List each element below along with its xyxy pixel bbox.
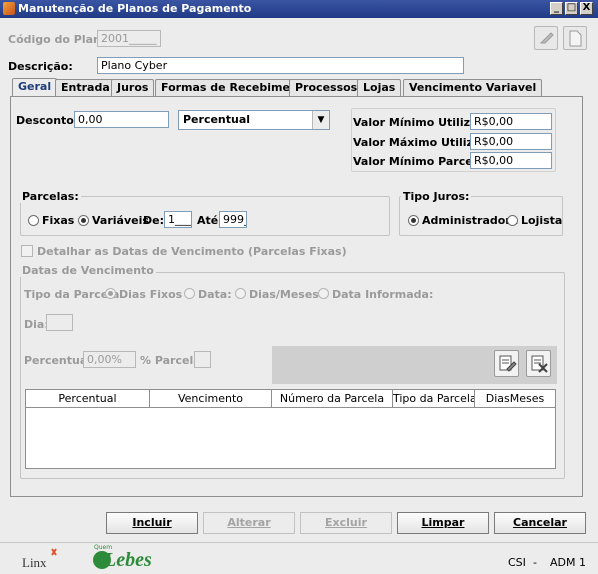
tipo-desconto-select[interactable]: Percentual ▼ xyxy=(178,110,330,130)
lojista-label: Lojista xyxy=(521,214,563,227)
minimize-button[interactable]: _ xyxy=(550,2,563,15)
radio-data-informada[interactable] xyxy=(318,288,329,299)
dias-meses-label: Dias/Meses xyxy=(249,288,319,301)
tab-juros[interactable]: Juros xyxy=(111,79,155,96)
radio-dias-meses[interactable] xyxy=(235,288,246,299)
desconto-label: Desconto: xyxy=(16,114,79,127)
limpar-button[interactable]: Limpar xyxy=(397,512,489,534)
incluir-button[interactable]: Incluir xyxy=(106,512,198,534)
data-informada-label: Data Informada: xyxy=(332,288,434,301)
col-tipo-parcela[interactable]: Tipo da Parcela xyxy=(393,390,475,408)
edit-list-icon xyxy=(499,355,517,372)
tipo-juros-title: Tipo Juros: xyxy=(401,190,472,203)
lebes-text: Lebes xyxy=(104,549,152,571)
wrench-icon xyxy=(539,32,554,44)
fixas-label: Fixas xyxy=(42,214,75,227)
tab-entrada[interactable]: Entrada xyxy=(55,79,116,96)
codigo-plano-field[interactable]: 2001_____ xyxy=(97,30,161,47)
maximize-button[interactable]: □ xyxy=(565,2,578,15)
alterar-button[interactable]: Alterar xyxy=(203,512,295,534)
dia-field[interactable] xyxy=(46,314,73,331)
tab-lojas[interactable]: Lojas xyxy=(357,79,402,96)
linx-text: Linx xyxy=(22,555,47,570)
app-icon xyxy=(3,2,15,15)
descricao-label: Descrição: xyxy=(8,60,73,73)
tab-geral[interactable]: Geral xyxy=(12,78,58,97)
radio-lojista[interactable] xyxy=(507,215,518,226)
status-csi: CSI xyxy=(508,556,526,569)
tab-vencimento-variavel[interactable]: Vencimento Variavel xyxy=(403,79,543,96)
detalhar-checkbox[interactable] xyxy=(21,245,33,257)
radio-data[interactable] xyxy=(184,288,195,299)
lebes-logo: Quem Lebes xyxy=(88,544,164,572)
dias-fixos-label: Dias Fixos : xyxy=(119,288,191,301)
chevron-down-icon[interactable]: ▼ xyxy=(312,111,329,129)
linx-logo: Linx xyxy=(22,545,62,571)
parcela-de-field[interactable]: 1___ xyxy=(164,211,192,228)
excluir-button[interactable]: Excluir xyxy=(300,512,392,534)
document-icon xyxy=(569,30,582,47)
add-row-button[interactable] xyxy=(494,350,519,377)
window-title: Manutenção de Planos de Pagamento xyxy=(18,2,252,15)
status-separator: - xyxy=(533,556,537,569)
valor-max-utilizacao-field[interactable]: R$0,00 xyxy=(470,133,552,150)
radio-variaveis[interactable] xyxy=(78,215,89,226)
radio-fixas[interactable] xyxy=(28,215,39,226)
parcelas-title: Parcelas: xyxy=(20,190,81,203)
title-bar: Manutenção de Planos de Pagamento _ □ X xyxy=(0,0,598,18)
col-dias-meses[interactable]: DiasMeses xyxy=(475,390,555,408)
delete-list-icon xyxy=(531,355,548,373)
administradora-label: Administradora xyxy=(422,214,519,227)
tipo-desconto-value: Percentual xyxy=(183,113,251,126)
valor-min-utilizacao-field[interactable]: R$0,00 xyxy=(470,113,552,130)
radio-dias-fixos[interactable] xyxy=(105,288,116,299)
data-label: Data: xyxy=(198,288,232,301)
detalhar-label: Detalhar as Datas de Vencimento (Parcela… xyxy=(37,245,347,258)
status-user: ADM 1 xyxy=(550,556,586,569)
variaveis-label: Variáveis xyxy=(92,214,149,227)
datas-vencimento-title: Datas de Vencimento xyxy=(20,264,156,277)
document-icon-button[interactable] xyxy=(563,26,587,50)
percentual-field[interactable]: 0,00% xyxy=(83,351,136,368)
tab-processos[interactable]: Processos xyxy=(289,79,364,96)
desconto-field[interactable]: 0,00 xyxy=(74,111,169,128)
de-label: De: xyxy=(143,214,164,227)
valor-min-parcela-label: Valor Mínimo Parcela: xyxy=(353,155,489,168)
valor-min-parcela-field[interactable]: R$0,00 xyxy=(470,152,552,169)
descricao-field[interactable]: Plano Cyber xyxy=(97,57,464,74)
tool-icon-button[interactable] xyxy=(534,26,558,50)
col-numero-parcela[interactable]: Número da Parcela xyxy=(272,390,393,408)
col-vencimento[interactable]: Vencimento xyxy=(150,390,272,408)
delete-row-button[interactable] xyxy=(526,350,551,377)
col-percentual[interactable]: Percentual xyxy=(26,390,150,408)
close-button[interactable]: X xyxy=(580,2,593,15)
parcela-ate-field[interactable]: 999_ xyxy=(219,211,247,228)
vencimentos-table[interactable]: Percentual Vencimento Número da Parcela … xyxy=(25,389,556,469)
cancelar-button[interactable]: Cancelar xyxy=(494,512,586,534)
radio-administradora[interactable] xyxy=(408,215,419,226)
pct-parcela-field[interactable] xyxy=(194,351,211,368)
